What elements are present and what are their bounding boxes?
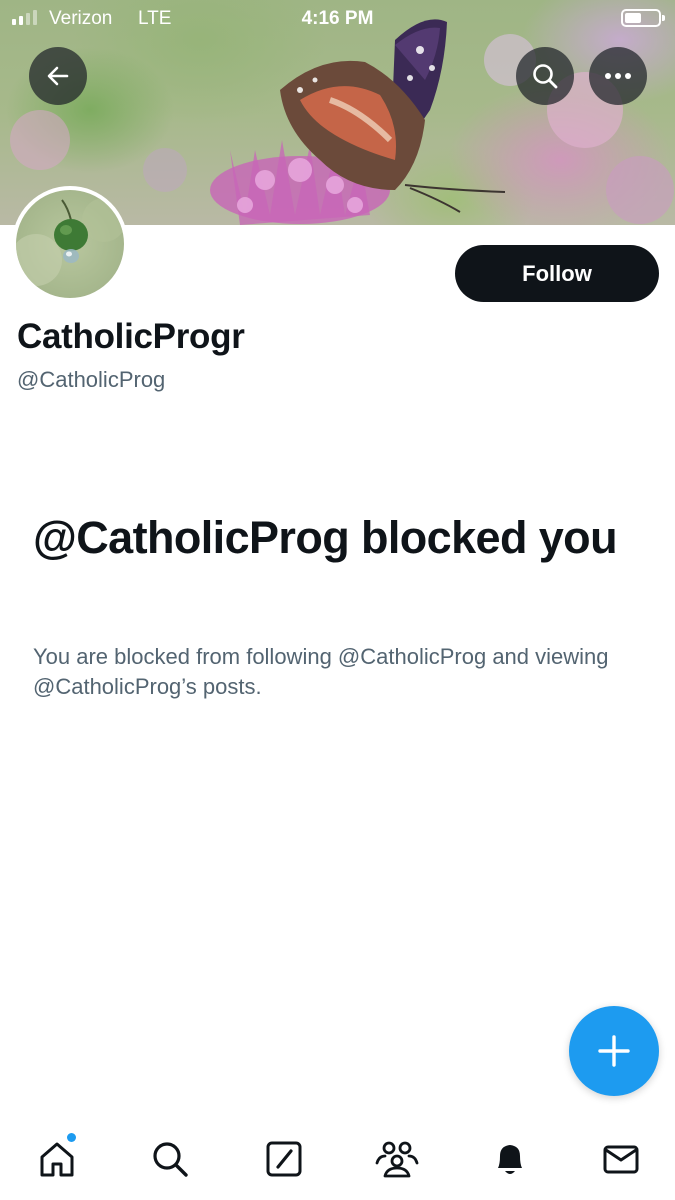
battery-icon	[621, 9, 665, 27]
notification-dot	[67, 1133, 76, 1142]
communities-icon	[375, 1141, 419, 1178]
status-time: 4:16 PM	[301, 8, 374, 29]
bottom-navigation	[0, 1120, 675, 1200]
plus-icon	[598, 1035, 630, 1067]
nav-notifications[interactable]	[482, 1134, 538, 1184]
back-button[interactable]	[29, 47, 87, 105]
compose-fab-button[interactable]	[569, 1006, 659, 1096]
search-button[interactable]	[516, 47, 574, 105]
search-icon	[533, 64, 558, 89]
home-icon	[40, 1142, 74, 1177]
avatar[interactable]	[12, 186, 128, 302]
nav-home[interactable]	[29, 1133, 85, 1184]
nav-communities[interactable]	[369, 1134, 425, 1184]
notifications-icon	[498, 1145, 522, 1174]
blocked-title: @CatholicProg blocked you	[33, 512, 618, 563]
search-icon	[153, 1142, 188, 1177]
nav-messages[interactable]	[593, 1134, 649, 1184]
avatar-image	[16, 198, 124, 286]
nav-compose[interactable]	[256, 1134, 312, 1184]
more-horizontal-icon	[605, 73, 631, 79]
compose-icon	[266, 1141, 302, 1177]
arrow-left-icon	[47, 66, 69, 86]
profile-display-name: CatholicProgr	[17, 317, 245, 356]
profile-handle: @CatholicProg	[17, 367, 166, 392]
blocked-description: You are blocked from following @Catholic…	[33, 644, 609, 699]
more-options-button[interactable]	[589, 47, 647, 105]
follow-button[interactable]: Follow	[455, 245, 659, 302]
nav-search[interactable]	[142, 1134, 198, 1184]
messages-icon	[603, 1145, 639, 1174]
status-bar: Verizon LTE 4:16 PM	[0, 0, 675, 38]
